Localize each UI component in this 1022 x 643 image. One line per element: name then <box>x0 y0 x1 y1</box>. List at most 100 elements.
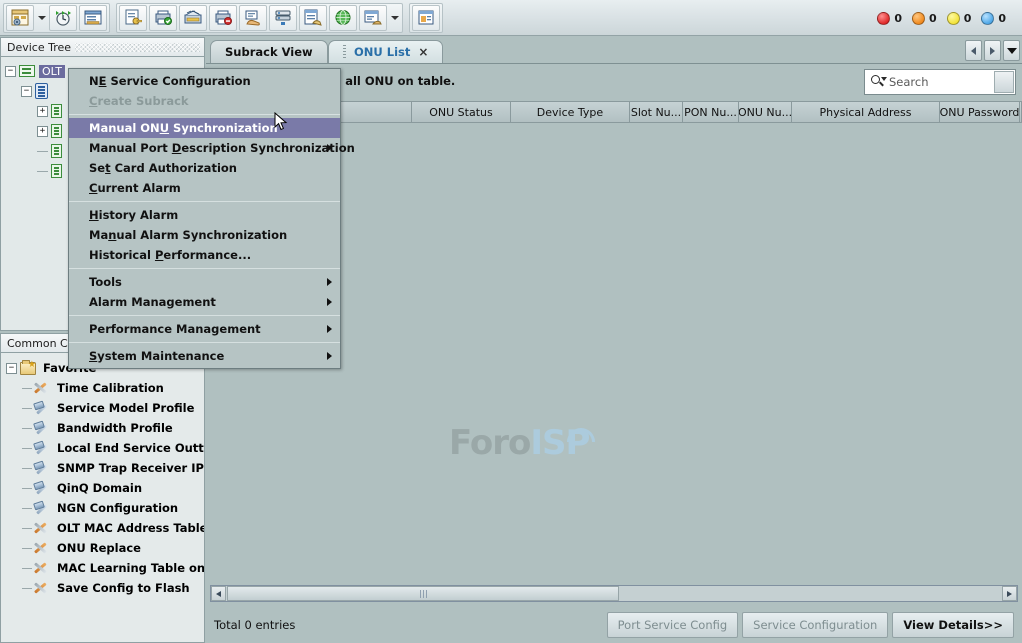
scrollbar-thumb[interactable] <box>227 586 619 601</box>
device-tree-title-bar: Device Tree <box>0 37 205 57</box>
tree-branch-line <box>22 548 32 549</box>
arrow-left-icon[interactable] <box>965 40 982 61</box>
menu-item-label: History Alarm <box>89 208 178 222</box>
alarm-minor[interactable]: 0 <box>947 12 972 25</box>
menu-separator <box>69 342 340 343</box>
tree-branch-line <box>22 508 32 509</box>
menu-item[interactable]: History Alarm <box>69 205 340 225</box>
tree-branch-line <box>22 488 32 489</box>
menu-item[interactable]: Manual Alarm Synchronization <box>69 225 340 245</box>
database-list-icon[interactable] <box>299 5 327 31</box>
tree-toggle-collapse[interactable]: − <box>21 86 32 97</box>
clock-timing-icon[interactable] <box>49 5 77 31</box>
search-box[interactable]: Search <box>864 69 1016 95</box>
tab-label: ONU List <box>354 45 410 59</box>
tab-strip: Subrack View ONU List × <box>206 37 1022 64</box>
common-command-item[interactable]: Save Config to Flash <box>6 578 204 598</box>
port-service-config-button[interactable]: Port Service Config <box>607 612 739 638</box>
window-edit-icon[interactable] <box>359 5 387 31</box>
hammer-icon <box>34 441 50 455</box>
common-command-item[interactable]: OLT MAC Address Table <box>6 518 204 538</box>
common-command-item[interactable]: SNMP Trap Receiver IP <box>6 458 204 478</box>
common-command-label: Service Model Profile <box>54 401 197 415</box>
tree-toggle-collapse[interactable]: − <box>5 66 16 77</box>
common-command-panel: Common Command − Favorite Time Calibrati… <box>0 333 205 643</box>
menu-item[interactable]: Manual Port Description Synchronization <box>69 138 340 158</box>
chevron-down-icon[interactable] <box>1003 40 1020 61</box>
table-column-header[interactable]: ONU Status <box>412 102 511 122</box>
table-column-header[interactable]: Slot Nu... <box>630 102 683 122</box>
alarm-critical[interactable]: 0 <box>877 12 902 25</box>
menu-item-label: System Maintenance <box>89 349 224 363</box>
report-list-icon[interactable] <box>79 5 107 31</box>
view-details-button[interactable]: View Details>> <box>892 612 1014 638</box>
tab-subrack-view[interactable]: Subrack View <box>210 40 328 63</box>
menu-item[interactable]: Tools <box>69 272 340 292</box>
common-command-item[interactable]: MAC Learning Table on P <box>6 558 204 578</box>
menu-item-label: NE Service Configuration <box>89 74 251 88</box>
common-command-item[interactable]: Local End Service Outter <box>6 438 204 458</box>
menu-item[interactable]: Manual ONU Synchronization <box>69 118 340 138</box>
common-command-item[interactable]: QinQ Domain <box>6 478 204 498</box>
alarm-major[interactable]: 0 <box>912 12 937 25</box>
panel-drag-grip[interactable] <box>75 43 200 52</box>
globe-refresh-icon[interactable] <box>329 5 357 31</box>
menu-separator <box>69 268 340 269</box>
alarm-warning[interactable]: 0 <box>981 12 1006 25</box>
tree-toggle-expand[interactable]: + <box>37 126 48 137</box>
common-command-label: SNMP Trap Receiver IP <box>54 461 205 475</box>
menu-item[interactable]: Alarm Management <box>69 292 340 312</box>
tree-toggle-collapse[interactable]: − <box>6 363 17 374</box>
server-stack-icon[interactable] <box>269 5 297 31</box>
tree-branch-line <box>37 151 48 152</box>
window-panel-icon[interactable] <box>412 5 440 31</box>
close-icon[interactable]: × <box>418 45 428 59</box>
favorite-folder-icon <box>20 362 36 375</box>
alarm-warning-count: 0 <box>998 12 1006 25</box>
arrow-right-icon[interactable] <box>984 40 1001 61</box>
menu-item[interactable]: System Maintenance <box>69 346 340 366</box>
menu-item[interactable]: Current Alarm <box>69 178 340 198</box>
tab-onu-list[interactable]: ONU List × <box>328 40 443 63</box>
table-column-header[interactable]: ONU Password <box>940 102 1020 122</box>
hand-card-icon[interactable] <box>239 5 267 31</box>
scroll-left-icon[interactable] <box>211 586 226 601</box>
tree-branch-line <box>22 388 32 389</box>
menu-separator <box>69 315 340 316</box>
common-command-item[interactable]: ONU Replace <box>6 538 204 558</box>
common-command-label: Save Config to Flash <box>54 581 193 595</box>
alarm-warning-dot <box>981 12 994 25</box>
horizontal-scrollbar[interactable] <box>210 585 1018 602</box>
common-command-item[interactable]: Bandwidth Profile <box>6 418 204 438</box>
total-entries-label: Total 0 entries <box>214 618 295 632</box>
alarm-major-dot <box>912 12 925 25</box>
table-column-header[interactable]: ONU Nu... <box>739 102 792 122</box>
dropdown-arrow-icon[interactable] <box>35 5 48 31</box>
alarm-critical-dot <box>877 12 890 25</box>
menu-item-label: Set Card Authorization <box>89 161 237 175</box>
common-command-item[interactable]: Time Calibration <box>6 378 204 398</box>
menu-item[interactable]: Historical Performance... <box>69 245 340 265</box>
service-configuration-button[interactable]: Service Configuration <box>742 612 888 638</box>
mouse-cursor <box>274 112 288 132</box>
menu-item-label: Alarm Management <box>89 295 216 309</box>
search-submit-button[interactable] <box>994 71 1014 93</box>
table-column-header[interactable]: Device Type <box>511 102 630 122</box>
network-link-icon[interactable] <box>179 5 207 31</box>
calendar-settings-icon[interactable] <box>6 5 34 31</box>
table-column-header[interactable]: Physical Address <box>792 102 940 122</box>
menu-item[interactable]: NE Service Configuration <box>69 71 340 91</box>
menu-item: Create Subrack <box>69 91 340 111</box>
printer-remove-icon[interactable] <box>209 5 237 31</box>
table-column-header[interactable]: PON Nu... <box>683 102 739 122</box>
scroll-right-icon[interactable] <box>1002 586 1017 601</box>
menu-item[interactable]: Set Card Authorization <box>69 158 340 178</box>
common-command-item[interactable]: Service Model Profile <box>6 398 204 418</box>
printer-check-icon[interactable] <box>149 5 177 31</box>
tree-toggle-expand[interactable]: + <box>37 106 48 117</box>
main-toolbar: 0 0 0 0 <box>0 0 1022 36</box>
document-key-icon[interactable] <box>119 5 147 31</box>
dropdown-arrow-icon[interactable] <box>388 5 401 31</box>
common-command-item[interactable]: NGN Configuration <box>6 498 204 518</box>
menu-item[interactable]: Performance Management <box>69 319 340 339</box>
